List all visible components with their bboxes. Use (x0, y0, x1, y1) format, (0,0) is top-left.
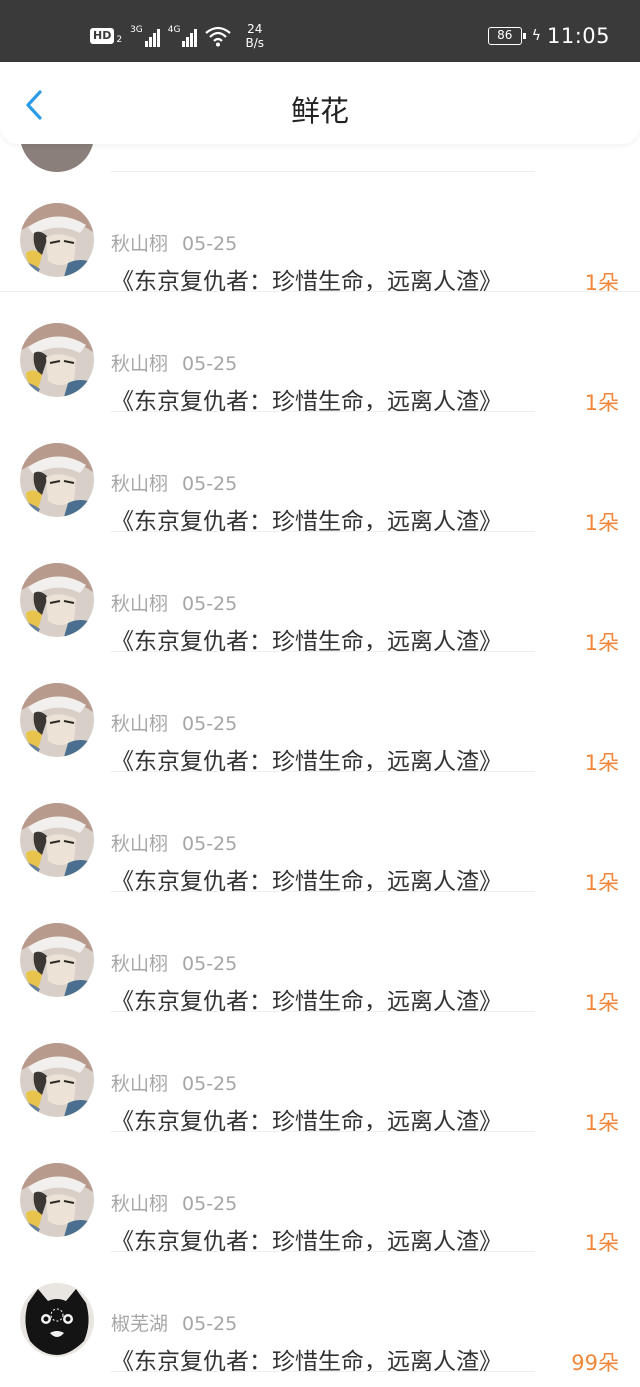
user-avatar[interactable] (20, 1283, 94, 1357)
divider (110, 1371, 535, 1372)
wifi-icon (205, 26, 232, 47)
user-name[interactable]: 秋山栩 (111, 353, 168, 375)
signal-4g-icon: 4G (168, 25, 198, 47)
signal-4g-label: 4G (167, 25, 181, 35)
gift-date: 05-25 (182, 833, 238, 855)
item-meta: 秋山栩 05-25 (111, 709, 237, 736)
status-bar: HD 2 3G 4G 24 B/s 86 ϟ 11:05 (0, 0, 640, 62)
user-name[interactable]: 秋山栩 (111, 1193, 168, 1215)
status-bar-left: HD 2 3G 4G 24 B/s (90, 22, 264, 50)
gift-date: 05-25 (182, 953, 238, 975)
list-item[interactable]: 秋山栩 05-25 《东京复仇者：珍惜生命，远离人渣》 1朵 (0, 1012, 640, 1135)
item-meta: 秋山栩 05-25 (111, 1189, 237, 1216)
user-avatar[interactable] (20, 683, 94, 757)
list-item[interactable]: 秋山栩 05-25 《东京复仇者：珍惜生命，远离人渣》 1朵 (0, 412, 640, 535)
network-speed: 24 B/s (245, 22, 264, 50)
user-avatar[interactable] (20, 1163, 94, 1237)
nav-header: 鲜花 (0, 62, 640, 144)
list-item[interactable]: 秋山栩 05-25 《东京复仇者：珍惜生命，远离人渣》 1朵 (0, 532, 640, 655)
gift-date: 05-25 (182, 1073, 238, 1095)
list-item[interactable]: 秋山栩 05-25 《东京复仇者：珍惜生命，远离人渣》 1朵 (0, 172, 640, 295)
user-name[interactable]: 秋山栩 (111, 473, 168, 495)
user-avatar[interactable] (20, 1043, 94, 1117)
user-name[interactable]: 秋山栩 (111, 1073, 168, 1095)
clock: 11:05 (546, 24, 610, 48)
item-meta: 秋山栩 05-25 (111, 229, 237, 256)
gift-date: 05-25 (182, 713, 238, 735)
user-avatar[interactable] (20, 803, 94, 877)
list-item[interactable]: 秋山栩 05-25 《东京复仇者：珍惜生命，远离人渣》 1朵 (0, 1132, 640, 1255)
charging-bolt-icon: ϟ (531, 28, 541, 44)
gift-date: 05-25 (182, 473, 238, 495)
gift-date: 05-25 (182, 593, 238, 615)
gift-date: 05-25 (182, 233, 238, 255)
list-item[interactable]: 椒芜湖 05-25 《东京复仇者：珍惜生命，远离人渣》 99朵 (0, 1252, 640, 1375)
item-meta: 秋山栩 05-25 (111, 589, 237, 616)
user-avatar[interactable] (20, 203, 94, 277)
battery-icon: 86 (487, 27, 526, 45)
user-name[interactable]: 秋山栩 (111, 233, 168, 255)
user-avatar[interactable] (20, 563, 94, 637)
signal-3g-label: 3G (130, 25, 143, 35)
avatar (20, 144, 94, 172)
signal-3g-icon: 3G (130, 25, 160, 47)
network-speed-value: 24 (247, 22, 263, 36)
item-meta: 秋山栩 05-25 (111, 829, 237, 856)
user-avatar[interactable] (20, 323, 94, 397)
user-name[interactable]: 秋山栩 (111, 953, 168, 975)
flower-count: 99朵 (571, 1351, 619, 1375)
item-meta: 椒芜湖 05-25 (111, 1309, 237, 1336)
user-name[interactable]: 秋山栩 (111, 833, 168, 855)
hd-voice-icon: HD (90, 28, 115, 44)
item-meta: 秋山栩 05-25 (111, 1069, 237, 1096)
hd-sim-index: 2 (116, 35, 123, 45)
gift-date: 05-25 (182, 353, 238, 375)
item-meta: 秋山栩 05-25 (111, 469, 237, 496)
gift-date: 05-25 (182, 1313, 238, 1335)
item-meta: 秋山栩 05-25 (111, 349, 237, 376)
page-title: 鲜花 (290, 94, 349, 128)
list-item[interactable]: 秋山栩 05-25 《东京复仇者：珍惜生命，远离人渣》 1朵 (0, 772, 640, 895)
user-avatar[interactable] (20, 923, 94, 997)
user-avatar[interactable] (20, 443, 94, 517)
list-item[interactable]: 秋山栩 05-25 《东京复仇者：珍惜生命，远离人渣》 1朵 (0, 292, 640, 415)
network-speed-unit: B/s (245, 36, 265, 50)
user-name[interactable]: 秋山栩 (111, 713, 168, 735)
list-item[interactable]: 秋山栩 05-25 《东京复仇者：珍惜生命，远离人渣》 1朵 (0, 892, 640, 1015)
list-item[interactable]: 秋山栩 05-25 《东京复仇者：珍惜生命，远离人渣》 1朵 (0, 652, 640, 775)
item-meta: 秋山栩 05-25 (111, 949, 237, 976)
gift-date: 05-25 (182, 1193, 238, 1215)
list-item-partial (0, 144, 640, 172)
flower-record-list[interactable]: 秋山栩 05-25 《东京复仇者：珍惜生命，远离人渣》 1朵 秋山栩 05-25 《东京复仇… (0, 144, 640, 1387)
user-name[interactable]: 椒芜湖 (111, 1313, 168, 1335)
status-bar-right: 86 ϟ 11:05 (487, 24, 610, 48)
user-name[interactable]: 秋山栩 (111, 593, 168, 615)
